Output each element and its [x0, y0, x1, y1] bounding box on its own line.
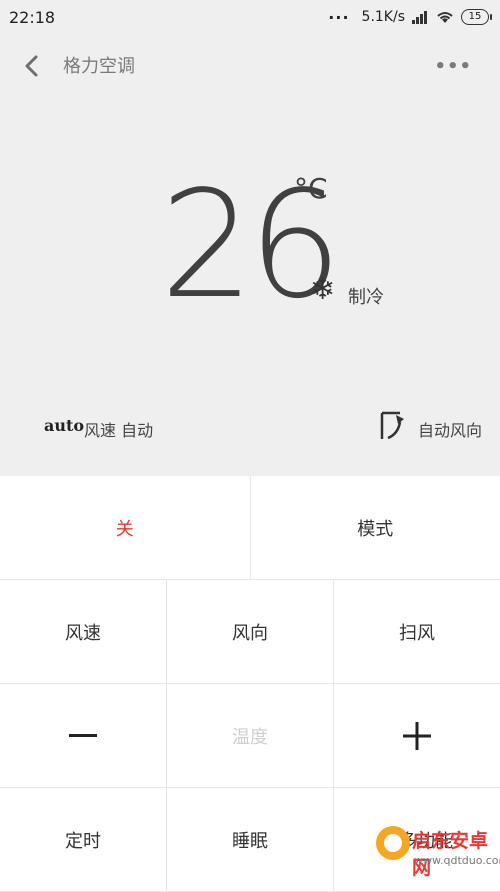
minus-icon — [69, 734, 97, 738]
watermark-url: www.qdtduo.com — [414, 854, 500, 867]
app-header: 格力空调 ••• — [0, 42, 500, 88]
control-row: 风速 风向 扫风 — [0, 580, 500, 684]
timer-button[interactable]: 定时 — [0, 788, 167, 891]
network-speed: 5.1K/s — [362, 9, 405, 25]
notification-dots-icon: ··· — [328, 8, 349, 27]
control-row: 关 模式 — [0, 476, 500, 580]
more-options-icon[interactable]: ••• — [434, 56, 472, 77]
swing-status: 自动风向 — [418, 417, 482, 441]
sleep-button[interactable]: 睡眠 — [167, 788, 334, 891]
mode-button[interactable]: 模式 — [251, 476, 500, 579]
status-icons: ··· 5.1K/s 15 — [328, 6, 492, 28]
temperature-unit: °C — [294, 172, 328, 205]
power-button[interactable]: 关 — [0, 476, 251, 579]
fan-speed-button[interactable]: 风速 — [0, 580, 167, 683]
mode-label: 制冷 — [348, 283, 384, 309]
back-arrow-icon[interactable] — [22, 54, 42, 78]
temp-down-button[interactable] — [0, 684, 167, 787]
snowflake-icon: ❄ — [310, 275, 335, 305]
fan-auto-badge: auto — [44, 416, 84, 435]
temp-up-button[interactable] — [334, 684, 500, 787]
battery-level: 15 — [461, 9, 489, 25]
signal-icon — [411, 10, 429, 24]
status-bar: 22:18 ··· 5.1K/s 15 — [0, 0, 500, 36]
fan-speed-status: 风速 自动 — [84, 417, 153, 441]
watermark-name: 启东安卓网 — [412, 826, 500, 880]
plus-icon — [403, 722, 431, 750]
status-time: 22:18 — [9, 8, 55, 27]
battery-icon: 15 — [461, 9, 492, 25]
watermark-logo-icon — [376, 826, 410, 860]
wifi-icon — [435, 10, 455, 24]
direction-button[interactable]: 风向 — [167, 580, 334, 683]
swing-direction-icon — [378, 410, 408, 442]
sweep-button[interactable]: 扫风 — [334, 580, 500, 683]
page-title: 格力空调 — [63, 52, 135, 78]
control-row: 温度 — [0, 684, 500, 788]
temperature-label: 温度 — [167, 684, 334, 787]
watermark: 启东安卓网 www.qdtduo.com — [370, 820, 500, 886]
